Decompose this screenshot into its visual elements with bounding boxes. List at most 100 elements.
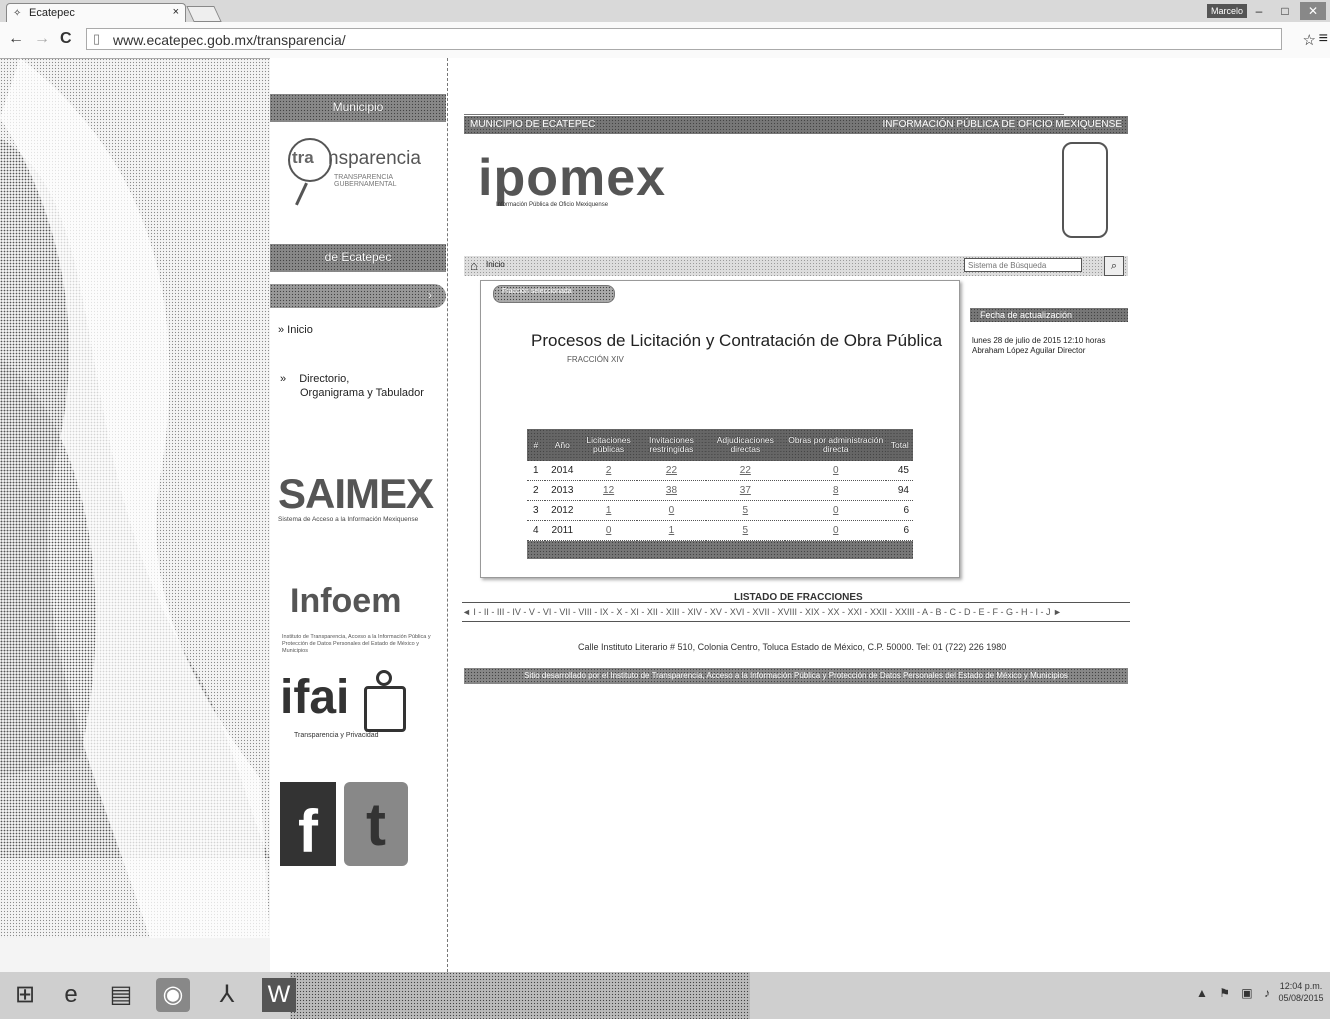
menu-item-directorio-line1: Directorio, [299,373,350,385]
table-header-row: # Año Licitaciones públicas Invitaciones… [527,429,913,461]
twitter-icon[interactable]: t [344,782,408,866]
acrobat-icon[interactable]: ⅄ [210,978,244,1012]
row-total: 45 [886,461,913,481]
row-total: 94 [886,480,913,501]
row-year: 2011 [544,520,580,541]
table-header-cell[interactable]: Licitaciones públicas [580,429,637,461]
chevron-right-icon: › [428,288,432,302]
row-adjudicaciones[interactable]: 22 [705,461,786,481]
background-decoration-left [0,58,270,938]
home-link[interactable]: Inicio [486,260,505,269]
explorer-icon[interactable]: ▤ [104,978,138,1012]
row-invitaciones[interactable]: 22 [637,461,706,481]
main-content: MUNICIPIO DE ECATEPEC INFORMACIÓN PÚBLIC… [448,58,1330,972]
ipomex-title: ipomex [478,149,667,207]
tab-strip: ✧ Ecatepec × Marcelo – □ ✕ [0,0,1330,22]
saimex-subtitle: Sistema de Acceso a la Información Mexiq… [278,516,419,523]
tab-close-icon[interactable]: × [173,6,179,18]
profile-badge[interactable]: Marcelo [1207,4,1247,18]
municipality-bar-text: de Ecatepec [324,250,392,264]
menu-item-inicio[interactable]: » Inicio [278,324,313,336]
header-left-text: MUNICIPIO DE ECATEPEC [470,119,596,130]
row-obras[interactable]: 0 [785,461,887,481]
infoem-logo[interactable]: Infoem Instituto de Transparencia, Acces… [282,566,442,656]
ifai-subtitle: Transparencia y Privacidad [294,732,379,739]
close-window-button[interactable]: ✕ [1300,2,1326,20]
forward-arrow-icon[interactable]: → [34,30,50,48]
menu-item-directorio[interactable]: » Directorio, Organigrama y Tabulador [280,372,424,400]
back-arrow-icon[interactable]: ← [8,30,24,48]
row-obras[interactable]: 8 [785,480,887,501]
update-info: lunes 28 de julio de 2015 12:10 horas Ab… [972,336,1130,356]
table-header-cell[interactable]: Obras por administración directa [785,429,886,461]
table-header-cell[interactable]: # [527,429,545,461]
logo-word: nsparencia [328,148,421,169]
clock[interactable]: 12:04 p.m. 05/08/2015 [1276,980,1326,1004]
system-tray-icons[interactable]: ▲ ⚑ ▣ ♪ [1196,986,1274,1000]
fractions-navigation[interactable]: ◄ I - II - III - IV - V - VI - VII - VII… [462,602,1130,622]
municipality-bar: de Ecatepec [270,244,446,272]
sidebar-header-text: Municipio [332,100,384,114]
table-header-cell[interactable]: Adjudicaciones directas [706,429,785,461]
row-year: 2012 [544,500,580,521]
taskbar: ⊞ e ▤ ◉ ⅄ W ▲ ⚑ ▣ ♪ 12:04 p.m. 05/08/201… [0,972,1330,1019]
ifai-logo[interactable]: ifai Transparencia y Privacidad [280,670,440,750]
row-invitaciones[interactable]: 38 [637,480,706,501]
row-total: 6 [886,500,913,521]
table-row: 1 2014 2 22 22 0 45 [527,461,913,481]
row-year: 2014 [544,461,580,481]
table-footer-cell [527,541,913,560]
logo-subtitle: TRANSPARENCIA GUBERNAMENTAL [334,174,397,188]
new-tab-button[interactable] [186,6,222,22]
clock-date: 05/08/2015 [1278,993,1324,1003]
search-input[interactable] [964,258,1082,272]
row-adjudicaciones[interactable]: 5 [705,500,786,521]
left-sidebar: Municipio tra nsparencia TRANSPARENCIA G… [270,58,448,972]
table-header-cell[interactable]: Año [545,429,580,461]
chrome-icon[interactable]: ◉ [156,978,190,1012]
procurement-table: # Año Licitaciones públicas Invitaciones… [527,429,913,559]
row-licitaciones[interactable]: 0 [579,520,638,541]
table-header-cell[interactable]: Total [886,429,913,461]
browser-menu-icon[interactable]: ≡ [1319,30,1328,48]
saimex-title: SAIMEX [278,470,434,517]
saimex-logo[interactable]: SAIMEX Sistema de Acceso a la Informació… [278,472,438,546]
address-bar[interactable]: ▯ www.ecatepec.gob.mx/transparencia/ [86,28,1282,50]
row-index: 2 [527,480,545,501]
tab-favicon-icon: ✧ [13,8,22,19]
row-adjudicaciones[interactable]: 5 [705,520,786,541]
clock-time: 12:04 p.m. [1279,981,1323,991]
table-row: 4 2011 0 1 5 0 6 [527,520,913,541]
menu-item-directorio-line2: Organigrama y Tabulador [300,387,424,399]
magnifier-handle [295,182,308,206]
table-row: 3 2012 1 0 5 0 6 [527,500,913,521]
search-button[interactable]: ⌕ [1104,256,1124,276]
row-total: 6 [886,520,913,541]
row-licitaciones[interactable]: 12 [579,480,638,501]
row-licitaciones[interactable]: 2 [579,461,638,481]
fraction-tab[interactable]: Fracción seleccionada [493,285,615,303]
reload-icon[interactable]: C [60,30,72,48]
row-adjudicaciones[interactable]: 37 [705,480,786,501]
bookmark-star-icon[interactable]: ☆ [1303,31,1316,49]
navigation-bar: ⌂ Inicio ⌕ [464,256,1128,276]
minimize-button[interactable]: – [1246,2,1272,20]
browser-tab[interactable]: ✧ Ecatepec × [6,3,186,22]
home-icon[interactable]: ⌂ [470,258,478,273]
table-header-cell[interactable]: Invitaciones restringidas [637,429,705,461]
update-person: Abraham López Aguilar Director [972,346,1086,355]
update-date: lunes 28 de julio de 2015 12:10 horas [972,336,1106,345]
infoem-title: Infoem [290,582,402,620]
row-obras[interactable]: 0 [785,500,887,521]
windows-icon[interactable]: ⊞ [8,978,42,1012]
transparencia-logo[interactable]: tra nsparencia TRANSPARENCIA GUBERNAMENT… [284,134,434,206]
row-obras[interactable]: 0 [785,520,887,541]
row-invitaciones[interactable]: 0 [637,500,706,521]
word-icon[interactable]: W [262,978,296,1012]
ie-icon[interactable]: e [54,978,88,1012]
facebook-icon[interactable]: f [280,782,336,866]
row-invitaciones[interactable]: 1 [637,520,706,541]
row-licitaciones[interactable]: 1 [579,500,638,521]
header-right-text: INFORMACIÓN PÚBLICA DE OFICIO MEXIQUENSE [882,119,1122,130]
maximize-button[interactable]: □ [1272,2,1298,20]
